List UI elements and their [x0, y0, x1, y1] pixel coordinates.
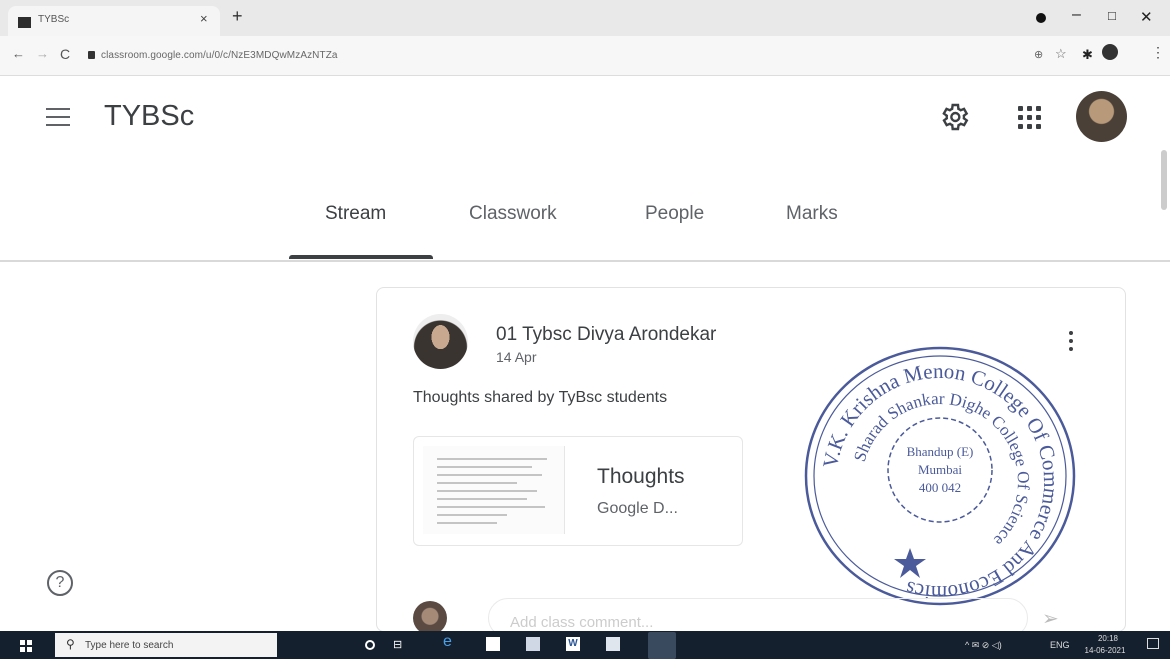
browser-tab-title: TYBSc — [38, 14, 70, 25]
windows-start-icon[interactable] — [20, 640, 32, 652]
chrome-icon[interactable] — [648, 632, 676, 659]
word-icon[interactable]: W — [566, 637, 580, 651]
browser-profile-avatar[interactable] — [1102, 44, 1118, 60]
tab-classwork[interactable]: Classwork — [469, 203, 557, 225]
tab-people[interactable]: People — [645, 203, 704, 225]
stamp-center-line3: 400 042 — [919, 480, 961, 495]
post-date: 14 Apr — [496, 349, 537, 365]
forward-arrow-icon[interactable]: → — [36, 46, 49, 61]
cortana-icon[interactable] — [365, 640, 375, 650]
main-menu-icon[interactable] — [46, 108, 70, 126]
notification-icon[interactable] — [1147, 638, 1159, 649]
record-indicator-icon — [1036, 13, 1046, 23]
scrollbar-thumb[interactable] — [1161, 150, 1167, 210]
extensions-icon[interactable]: ✱ — [1082, 47, 1093, 63]
stamp-star-icon — [894, 548, 926, 578]
system-tray-icons[interactable]: ^ ✉ ⊘ ◁) — [965, 640, 1002, 651]
active-tab-indicator — [289, 255, 433, 259]
comment-placeholder[interactable]: Add class comment... — [510, 614, 653, 631]
photos-icon[interactable] — [606, 637, 620, 651]
post-text: Thoughts shared by TyBsc students — [413, 389, 668, 406]
maximize-button[interactable]: □ — [1108, 8, 1116, 23]
taskbar-search-placeholder[interactable]: Type here to search — [85, 640, 173, 651]
bookmark-star-icon[interactable]: ☆ — [1055, 46, 1067, 62]
send-icon[interactable]: ➢ — [1042, 606, 1059, 631]
search-icon: ⚲ — [66, 637, 75, 651]
lock-icon[interactable] — [88, 51, 95, 59]
back-arrow-icon[interactable]: ← — [12, 46, 25, 61]
attachment-thumbnail[interactable] — [423, 446, 565, 534]
account-avatar[interactable] — [1076, 91, 1127, 142]
tab-close-icon[interactable]: × — [200, 11, 208, 26]
stamp-center-line1: Bhandup (E) — [907, 444, 974, 459]
gear-icon[interactable] — [938, 101, 970, 133]
reload-icon[interactable]: C — [60, 46, 70, 62]
stamp-center-line2: Mumbai — [918, 462, 962, 477]
apps-grid-icon[interactable] — [1018, 106, 1042, 130]
url-field[interactable]: classroom.google.com/u/0/c/NzE3MDQwMzAzN… — [101, 50, 338, 61]
mail-icon[interactable] — [526, 637, 540, 651]
attachment-type: Google D... — [597, 500, 678, 517]
tab-marks[interactable]: Marks — [786, 203, 838, 225]
class-title[interactable]: TYBSc — [104, 100, 194, 133]
post-author-avatar[interactable] — [413, 314, 468, 369]
classroom-favicon-icon — [18, 17, 31, 28]
tabs-divider — [0, 260, 1170, 262]
commenter-avatar — [413, 601, 447, 635]
task-view-icon[interactable]: ⊟ — [393, 638, 402, 652]
close-window-button[interactable]: ✕ — [1140, 8, 1153, 26]
tab-stream[interactable]: Stream — [325, 203, 386, 225]
browser-menu-icon[interactable]: ⋮ — [1151, 44, 1165, 61]
minimize-button[interactable]: – — [1072, 6, 1081, 24]
new-tab-button[interactable]: + — [232, 6, 243, 27]
zoom-icon[interactable]: ⊕ — [1034, 48, 1043, 61]
edge-icon[interactable]: e — [443, 633, 452, 650]
attachment-title[interactable]: Thoughts — [597, 465, 685, 489]
clock-date[interactable]: 14-06-2021 — [1080, 646, 1130, 655]
post-author-name: 01 Tybsc Divya Arondekar — [496, 324, 717, 345]
language-indicator[interactable]: ENG — [1050, 640, 1070, 650]
college-stamp: V.K. Krishna Menon College Of Commerce A… — [804, 346, 1076, 606]
clock-time[interactable]: 20:18 — [1088, 634, 1128, 643]
help-icon[interactable]: ? — [47, 570, 73, 596]
store-icon[interactable] — [486, 637, 500, 651]
